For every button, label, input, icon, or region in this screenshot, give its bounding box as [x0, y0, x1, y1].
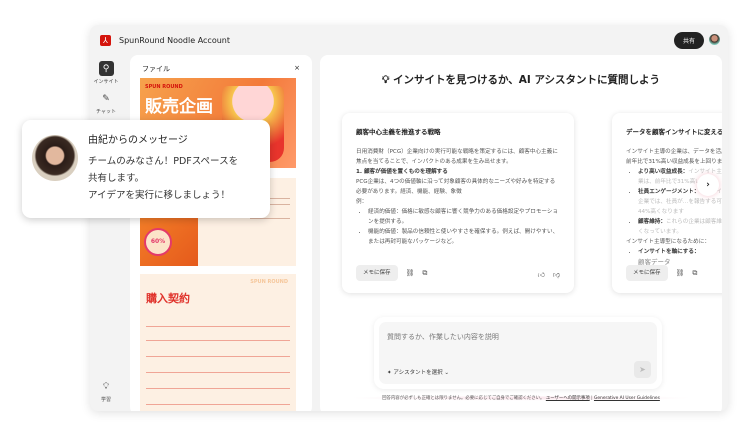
title-bar: ⅄ SpunRound Noodle Account 共有: [90, 25, 728, 55]
link-icon[interactable]: ⛓: [406, 268, 415, 278]
sidebar-item-label: チャット: [96, 109, 116, 115]
sidebar-item-chat[interactable]: ✎ チャット: [90, 91, 122, 116]
card-text: インサイト主導型になるために：: [626, 239, 710, 245]
brand-logo: SPUN ROUND: [145, 84, 183, 90]
disclosure-link[interactable]: ユーザーへの開示事項: [546, 396, 590, 401]
card-bullet: 機能的価値：製品の信頼性と使いやすさを確保する。例えば、開けやすい、または再封可…: [368, 227, 560, 247]
sender-avatar: [32, 135, 78, 181]
lightbulb-icon: 💡︎: [381, 74, 393, 86]
sidebar: ⚲ インサイト ✎ チャット 💡︎ 学習: [90, 55, 122, 411]
card-bullet: 経済的価値：価格に敏感な顧客に響く競争力のある価格設定やプロモーションを提供する…: [368, 207, 560, 227]
copy-icon[interactable]: ⧉: [692, 268, 697, 278]
insight-card: 顧客中心主義を推進する戦略 日用消費財（PCG）企業向けの実行可能な戦略を策定す…: [342, 113, 574, 293]
message-line: 共有します。: [88, 173, 145, 184]
card-subheading: 1. 顧客が価値を置くものを理解する: [356, 169, 448, 175]
stat-bubble: 60%: [144, 228, 172, 256]
card-title: 顧客中心主義を推進する戦略: [356, 128, 441, 136]
guidelines-link[interactable]: Generative AI User Guidelines: [594, 396, 660, 401]
card-title: データを顧客インサイトに変える: [626, 128, 722, 136]
thumbnail-title: 購入契約: [146, 292, 190, 305]
app-window: ⅄ SpunRound Noodle Account 共有 ⚲ インサイト ✎ チャ…: [90, 25, 728, 411]
card-text: PCG企業は、4つの価値軸に沿って対象顧客の具体的なニーズや好みを特定する必要が…: [356, 179, 556, 195]
card-text: 例：: [356, 199, 368, 205]
files-panel: ファイル × SPUN ROUND 販売企画 60% SPUN ROUND 購入契…: [130, 55, 312, 411]
card-bullet: インサイトを軸にする：顧客データ: [638, 247, 722, 267]
app-title: SpunRound Noodle Account: [119, 35, 230, 45]
lightbulb-icon: 💡︎: [102, 381, 110, 392]
brand-logo: SPUN ROUND: [250, 279, 288, 285]
assistant-label: アシスタントを選択: [393, 370, 443, 376]
sidebar-item-label: 学習: [100, 397, 111, 403]
main-panel: 💡︎ インサイトを見つけるか、AI アシスタントに質問しよう 顧客中心主義を推進…: [320, 55, 722, 411]
message-popup: 由紀からのメッセージ チームのみなさん！PDFスペースを 共有します。 アイデア…: [22, 120, 270, 218]
files-title: ファイル: [142, 65, 170, 73]
thumbnail-headline: 販売企画: [145, 97, 213, 117]
sidebar-item-insight[interactable]: ⚲ インサイト: [90, 61, 122, 85]
card-text: インサイト主導の企業は、データを活用して、前年比で31%高い収益成長を上回ります…: [626, 149, 722, 165]
save-to-notes-button[interactable]: メモに保存: [626, 265, 668, 281]
copy-icon[interactable]: ⧉: [422, 268, 427, 278]
save-to-notes-button[interactable]: メモに保存: [356, 265, 398, 281]
card-bullet: 顧客維持：これらの企業は顧客維持率が高くなっています。: [638, 217, 722, 237]
disclaimer-text: 回答内容が必ずしも正確とは限りません。必要に応じてご自身でご確認ください。: [382, 396, 545, 401]
prompt-placeholder: 質問するか、作業したい内容を説明: [387, 333, 499, 341]
send-button[interactable]: ➤: [634, 361, 651, 378]
thumbs-up-icon[interactable]: 👍︎: [538, 270, 545, 280]
disclaimer: 回答内容が必ずしも正確とは限りません。必要に応じてご自身でご確認ください。 ユー…: [320, 395, 722, 401]
sidebar-item-label: インサイト: [93, 79, 119, 85]
share-button[interactable]: 共有: [673, 32, 704, 49]
pdf-thumbnail-purchase-agreement[interactable]: SPUN ROUND 購入契約: [140, 274, 296, 411]
insight-icon: ⚲: [98, 61, 114, 76]
close-icon[interactable]: ×: [294, 64, 300, 74]
chevron-right-icon[interactable]: ›: [697, 174, 719, 196]
page-title: 💡︎ インサイトを見つけるか、AI アシスタントに質問しよう: [320, 72, 722, 87]
thumbs-down-icon[interactable]: 👎︎: [553, 270, 560, 280]
chat-icon: ✎: [102, 93, 110, 104]
sidebar-item-learn[interactable]: 💡︎ 学習: [90, 379, 122, 404]
message-body: チームのみなさん！PDFスペースを 共有します。 アイデアを実行に移しましょう！: [88, 153, 238, 204]
prompt-area: 質問するか、作業したい内容を説明 ✦ アシスタントを選択 ⌄ ➤: [374, 317, 662, 389]
message-line: チームのみなさん！PDFスペースを: [88, 156, 239, 167]
chevron-down-icon: ⌄: [442, 370, 449, 376]
card-text: 日用消費財（PCG）企業向けの実行可能な戦略を策定するには、顧客中心主義に焦点を…: [356, 149, 558, 165]
insight-card: データを顧客インサイトに変える インサイト主導の企業は、データを活用して、前年比…: [612, 113, 722, 293]
assistant-select[interactable]: ✦ アシスタントを選択 ⌄: [387, 368, 449, 376]
link-icon[interactable]: ⛓: [676, 268, 685, 278]
title-text: インサイトを見つけるか、AI アシスタントに質問しよう: [392, 74, 661, 86]
message-line: アイデアを実行に移しましょう！: [88, 190, 231, 201]
message-title: 由紀からのメッセージ: [88, 135, 188, 146]
prompt-input[interactable]: 質問するか、作業したい内容を説明 ✦ アシスタントを選択 ⌄ ➤: [379, 322, 657, 384]
user-avatar[interactable]: [709, 34, 720, 45]
acrobat-logo-icon: ⅄: [100, 34, 111, 46]
